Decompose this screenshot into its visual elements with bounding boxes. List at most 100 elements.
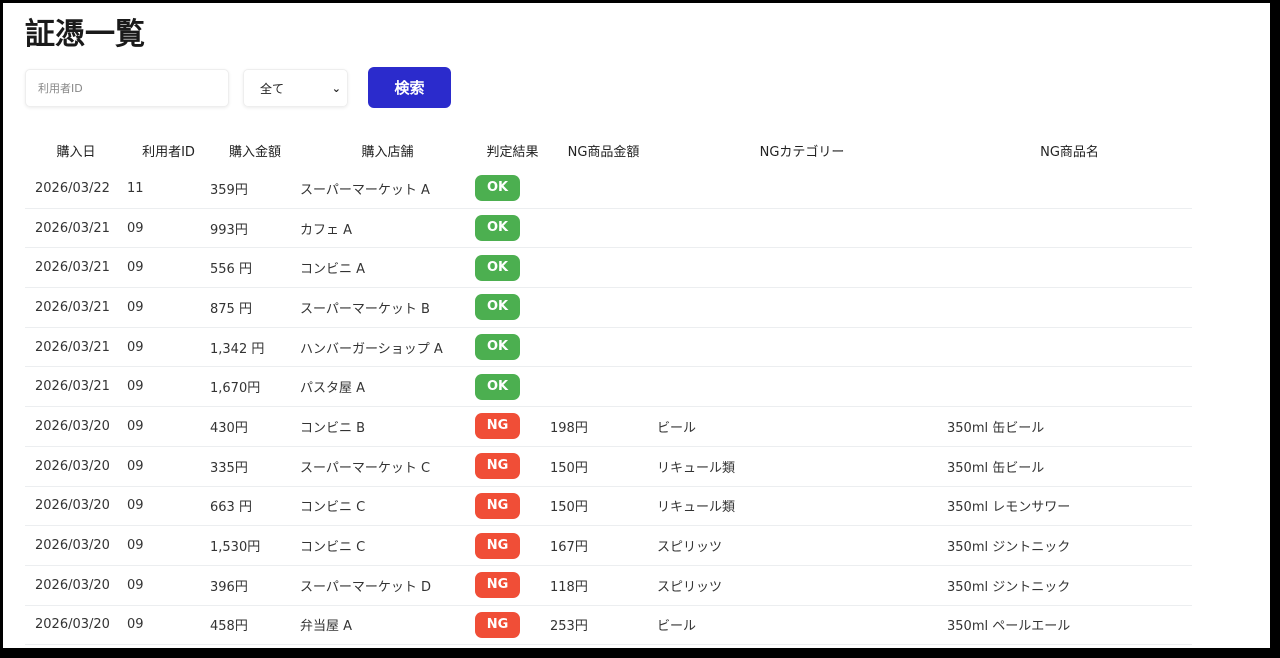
col-store: スーパーマーケット C: [300, 460, 431, 476]
table-row[interactable]: 2026/03/21 09 1,342 円 ハンバーガーショップ A OK: [25, 328, 1192, 368]
status-badge: OK: [475, 254, 520, 281]
col-user-id: 09: [127, 379, 144, 395]
col-user-id: 09: [127, 617, 144, 633]
col-result: OK: [475, 373, 550, 400]
col-store: パスタ屋 A: [300, 381, 366, 397]
col-store: コンビニ B: [300, 420, 366, 436]
status-badge: NG: [475, 492, 520, 519]
col-user-id: 09: [127, 577, 144, 593]
col-date: 2026/03/21: [35, 299, 110, 315]
col-user-id: 09: [127, 458, 144, 474]
col-result: NG: [475, 532, 550, 559]
table-row[interactable]: 2026/03/20 09 396円 スーパーマーケット D NG 118円 スピリッツ 35…: [25, 566, 1192, 606]
table-row[interactable]: 2026/03/20 09 335円 スーパーマーケット C NG 150円 リキュール類 3…: [25, 447, 1192, 487]
col-ng-category: リキュール類: [657, 460, 736, 476]
col-amount: 359円: [210, 182, 248, 198]
col-ng-item: 350ml 缶ビール: [947, 420, 1045, 436]
col-amount: 1,530円: [210, 540, 261, 556]
col-store: コンビニ C: [300, 540, 366, 556]
status-badge: OK: [475, 215, 520, 242]
col-amount: 396円: [210, 579, 248, 595]
status-badge: OK: [475, 334, 520, 361]
header-col-amount: 購入金額: [228, 144, 281, 160]
col-amount: 335円: [210, 460, 248, 476]
col-ng-item: 350ml ジントニック: [947, 579, 1071, 595]
col-date: 2026/03/21: [35, 220, 110, 236]
col-ng-category: スピリッツ: [657, 579, 723, 595]
result-filter-value: 全て: [260, 81, 285, 96]
header-col-ng-category: NGカテゴリー: [759, 144, 845, 160]
col-ng-amount: 253円: [550, 619, 588, 635]
col-result: NG: [475, 413, 550, 440]
col-date: 2026/03/22: [35, 180, 110, 196]
col-result: OK: [475, 294, 550, 321]
col-ng-item: 350ml ジントニック: [947, 540, 1071, 556]
table-row[interactable]: 2026/03/21 09 993円 カフェ A OK: [25, 209, 1192, 249]
col-ng-amount: 150円: [550, 460, 588, 476]
col-ng-amount: 167円: [550, 540, 588, 556]
col-store: ハンバーガーショップ A: [300, 341, 443, 357]
col-ng-category: ビール: [657, 619, 697, 635]
col-result: OK: [475, 215, 550, 242]
col-result: OK: [475, 334, 550, 361]
col-store: 弁当屋 A: [300, 619, 353, 635]
col-date: 2026/03/20: [35, 458, 110, 474]
receipts-table: 購入日 利用者ID 購入金額 購入店舗 判定結果 NG商品金額 NGカテゴリー NG商品名 2…: [25, 131, 1192, 646]
col-result: OK: [475, 175, 550, 202]
page-title: 証憑一覧: [25, 17, 145, 52]
col-result: NG: [475, 572, 550, 599]
col-user-id: 09: [127, 220, 144, 236]
search-button[interactable]: 検索: [368, 67, 451, 108]
col-ng-item: 350ml 缶ビール: [947, 460, 1045, 476]
table-row[interactable]: 2026/03/20 09 1,530円 コンビニ C NG 167円 スピリッツ 350ml…: [25, 526, 1192, 566]
col-date: 2026/03/21: [35, 379, 110, 395]
table-header: 購入日 利用者ID 購入金額 購入店舗 判定結果 NG商品金額 NGカテゴリー NG商品名: [25, 131, 1192, 169]
header-col-ng-item: NG商品名: [1040, 144, 1099, 160]
col-ng-category: ビール: [657, 420, 697, 436]
col-date: 2026/03/21: [35, 260, 110, 276]
col-ng-amount: 198円: [550, 420, 588, 436]
col-ng-category: リキュール類: [657, 500, 736, 516]
user-id-input[interactable]: [25, 69, 229, 107]
col-amount: 458円: [210, 619, 248, 635]
col-date: 2026/03/20: [35, 577, 110, 593]
header-col-store: 購入店舗: [361, 144, 414, 160]
status-badge: NG: [475, 611, 520, 638]
col-store: スーパーマーケット D: [300, 579, 432, 595]
col-store: スーパーマーケット A: [300, 182, 430, 198]
col-user-id: 09: [127, 498, 144, 514]
table-row[interactable]: 2026/03/20 09 458円 弁当屋 A NG 253円 ビール 350ml ペールエ…: [25, 606, 1192, 646]
col-amount: 663 円: [210, 500, 252, 516]
col-user-id: 09: [127, 339, 144, 355]
table-row[interactable]: 2026/03/21 09 1,670円 パスタ屋 A OK: [25, 367, 1192, 408]
col-date: 2026/03/20: [35, 617, 110, 633]
col-ng-category: スピリッツ: [657, 540, 723, 556]
chevron-down-icon: ⌄: [331, 81, 341, 95]
col-result: NG: [475, 492, 550, 519]
col-amount: 875 円: [210, 301, 252, 317]
col-store: コンビニ A: [300, 262, 366, 278]
status-badge: OK: [475, 294, 520, 321]
status-badge: NG: [475, 572, 520, 599]
col-user-id: 09: [127, 299, 144, 315]
col-amount: 556 円: [210, 262, 252, 278]
status-badge: OK: [475, 175, 520, 202]
col-store: コンビニ C: [300, 500, 366, 516]
status-badge: NG: [475, 413, 520, 440]
col-amount: 430円: [210, 420, 248, 436]
result-filter-select[interactable]: 全て ⌄: [243, 69, 348, 107]
table-row[interactable]: 2026/03/20 09 663 円 コンビニ C NG 150円 リキュール類 350ml…: [25, 487, 1192, 527]
col-result: NG: [475, 611, 550, 638]
col-store: カフェ A: [300, 222, 353, 238]
table-row[interactable]: 2026/03/22 11 359円 スーパーマーケット A OK: [25, 169, 1192, 209]
page: 証憑一覧 全て ⌄ 検索 購入日 利用者ID 購入金額 購入店舗 判定結果 NG商品金額 N…: [3, 3, 1270, 648]
table-row[interactable]: 2026/03/21 09 875 円 スーパーマーケット B OK: [25, 288, 1192, 328]
table-row[interactable]: 2026/03/20 09 430円 コンビニ B NG 198円 ビール 350ml 缶ビー…: [25, 407, 1192, 447]
col-date: 2026/03/21: [35, 339, 110, 355]
status-badge: NG: [475, 532, 520, 559]
header-col-result: 判定結果: [486, 144, 539, 160]
table-row[interactable]: 2026/03/21 09 556 円 コンビニ A OK: [25, 248, 1192, 289]
col-ng-amount: 150円: [550, 500, 588, 516]
col-user-id: 11: [127, 180, 144, 196]
col-user-id: 09: [127, 418, 144, 434]
